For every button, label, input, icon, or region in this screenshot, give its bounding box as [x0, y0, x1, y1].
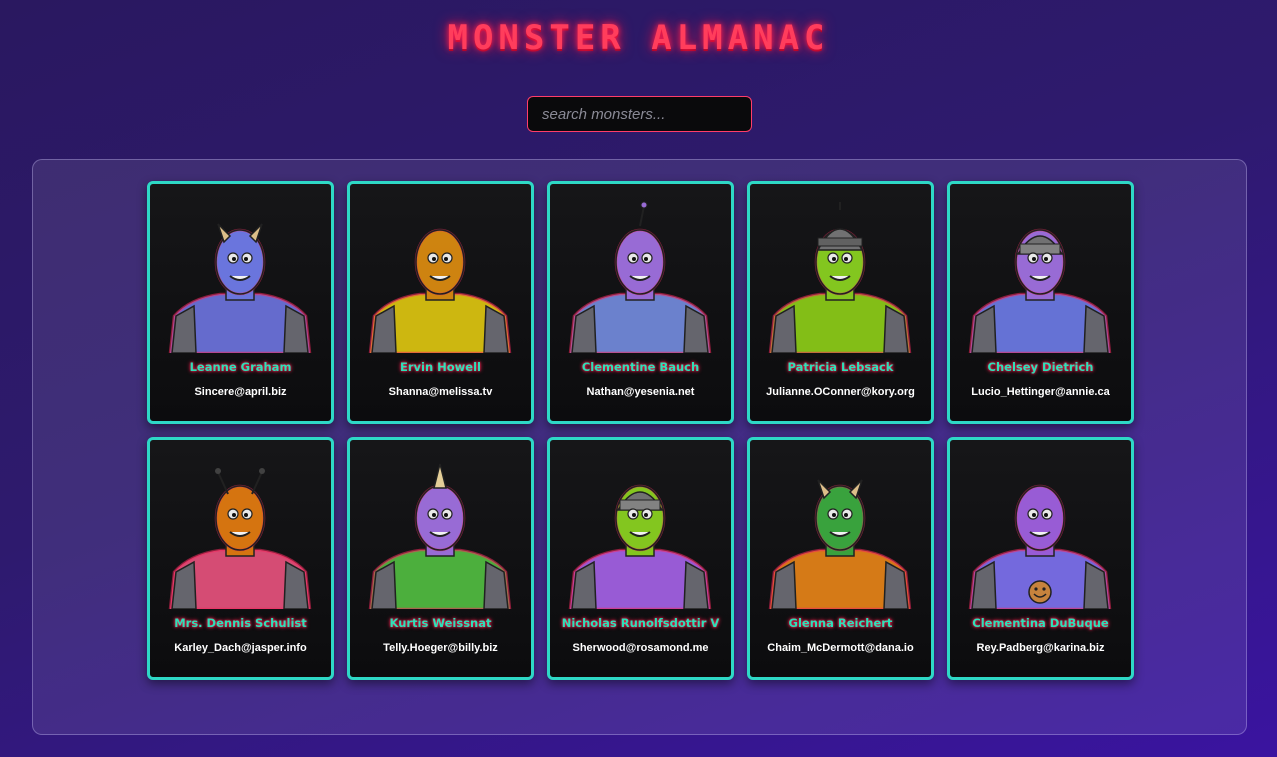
monster-avatar [760, 454, 921, 609]
monster-avatar [760, 198, 921, 353]
page-title: MONSTER ALMANAC [447, 18, 830, 58]
monster-name: Ervin Howell [400, 360, 481, 374]
monster-avatar [960, 198, 1121, 353]
monster-card[interactable]: Clementine Bauch Nathan@yesenia.net [547, 181, 734, 424]
monster-avatar [160, 454, 321, 609]
monster-card[interactable]: Patricia Lebsack Julianne.OConner@kory.or… [747, 181, 934, 424]
monster-card[interactable]: Clementina DuBuque Rey.Padberg@karina.biz [947, 437, 1134, 680]
monster-card[interactable]: Glenna Reichert Chaim_McDermott@dana.io [747, 437, 934, 680]
monster-grid: Leanne Graham Sincere@april.biz Ervin How… [147, 181, 1134, 680]
monster-email: Julianne.OConner@kory.org [766, 386, 915, 398]
monster-email: Sherwood@rosamond.me [572, 642, 709, 654]
monster-avatar [560, 454, 721, 609]
monster-name: Clementina DuBuque [972, 616, 1109, 630]
monster-email: Shanna@melissa.tv [388, 386, 493, 398]
monster-name: Mrs. Dennis Schulist [174, 616, 307, 630]
monster-avatar [360, 198, 521, 353]
monster-email: Sincere@april.biz [194, 386, 287, 398]
monster-name: Patricia Lebsack [787, 360, 894, 374]
monster-name: Leanne Graham [189, 360, 292, 374]
monster-card[interactable]: Mrs. Dennis Schulist Karley_Dach@jasper.i… [147, 437, 334, 680]
monster-email: Karley_Dach@jasper.info [174, 642, 307, 654]
monster-name: Clementine Bauch [581, 360, 700, 374]
monster-card[interactable]: Ervin Howell Shanna@melissa.tv [347, 181, 534, 424]
monster-avatar [160, 198, 321, 353]
monster-email: Nathan@yesenia.net [586, 386, 695, 398]
monster-avatar [560, 198, 721, 353]
monster-card[interactable]: Kurtis Weissnat Telly.Hoeger@billy.biz [347, 437, 534, 680]
monster-email: Telly.Hoeger@billy.biz [383, 642, 498, 654]
monster-email: Rey.Padberg@karina.biz [976, 642, 1105, 654]
monster-card[interactable]: Leanne Graham Sincere@april.biz [147, 181, 334, 424]
monster-card[interactable]: Chelsey Dietrich Lucio_Hettinger@annie.ca [947, 181, 1134, 424]
monster-email: Chaim_McDermott@dana.io [767, 642, 914, 654]
monster-name: Chelsey Dietrich [987, 360, 1094, 374]
monster-card[interactable]: Nicholas Runolfsdottir V Sherwood@rosamon… [547, 437, 734, 680]
search-input[interactable] [527, 96, 752, 132]
monster-avatar [960, 454, 1121, 609]
monster-avatar [360, 454, 521, 609]
monster-email: Lucio_Hettinger@annie.ca [971, 386, 1110, 398]
monster-name: Kurtis Weissnat [389, 616, 492, 630]
monster-name: Nicholas Runolfsdottir V [561, 616, 720, 630]
monster-name: Glenna Reichert [788, 616, 893, 630]
